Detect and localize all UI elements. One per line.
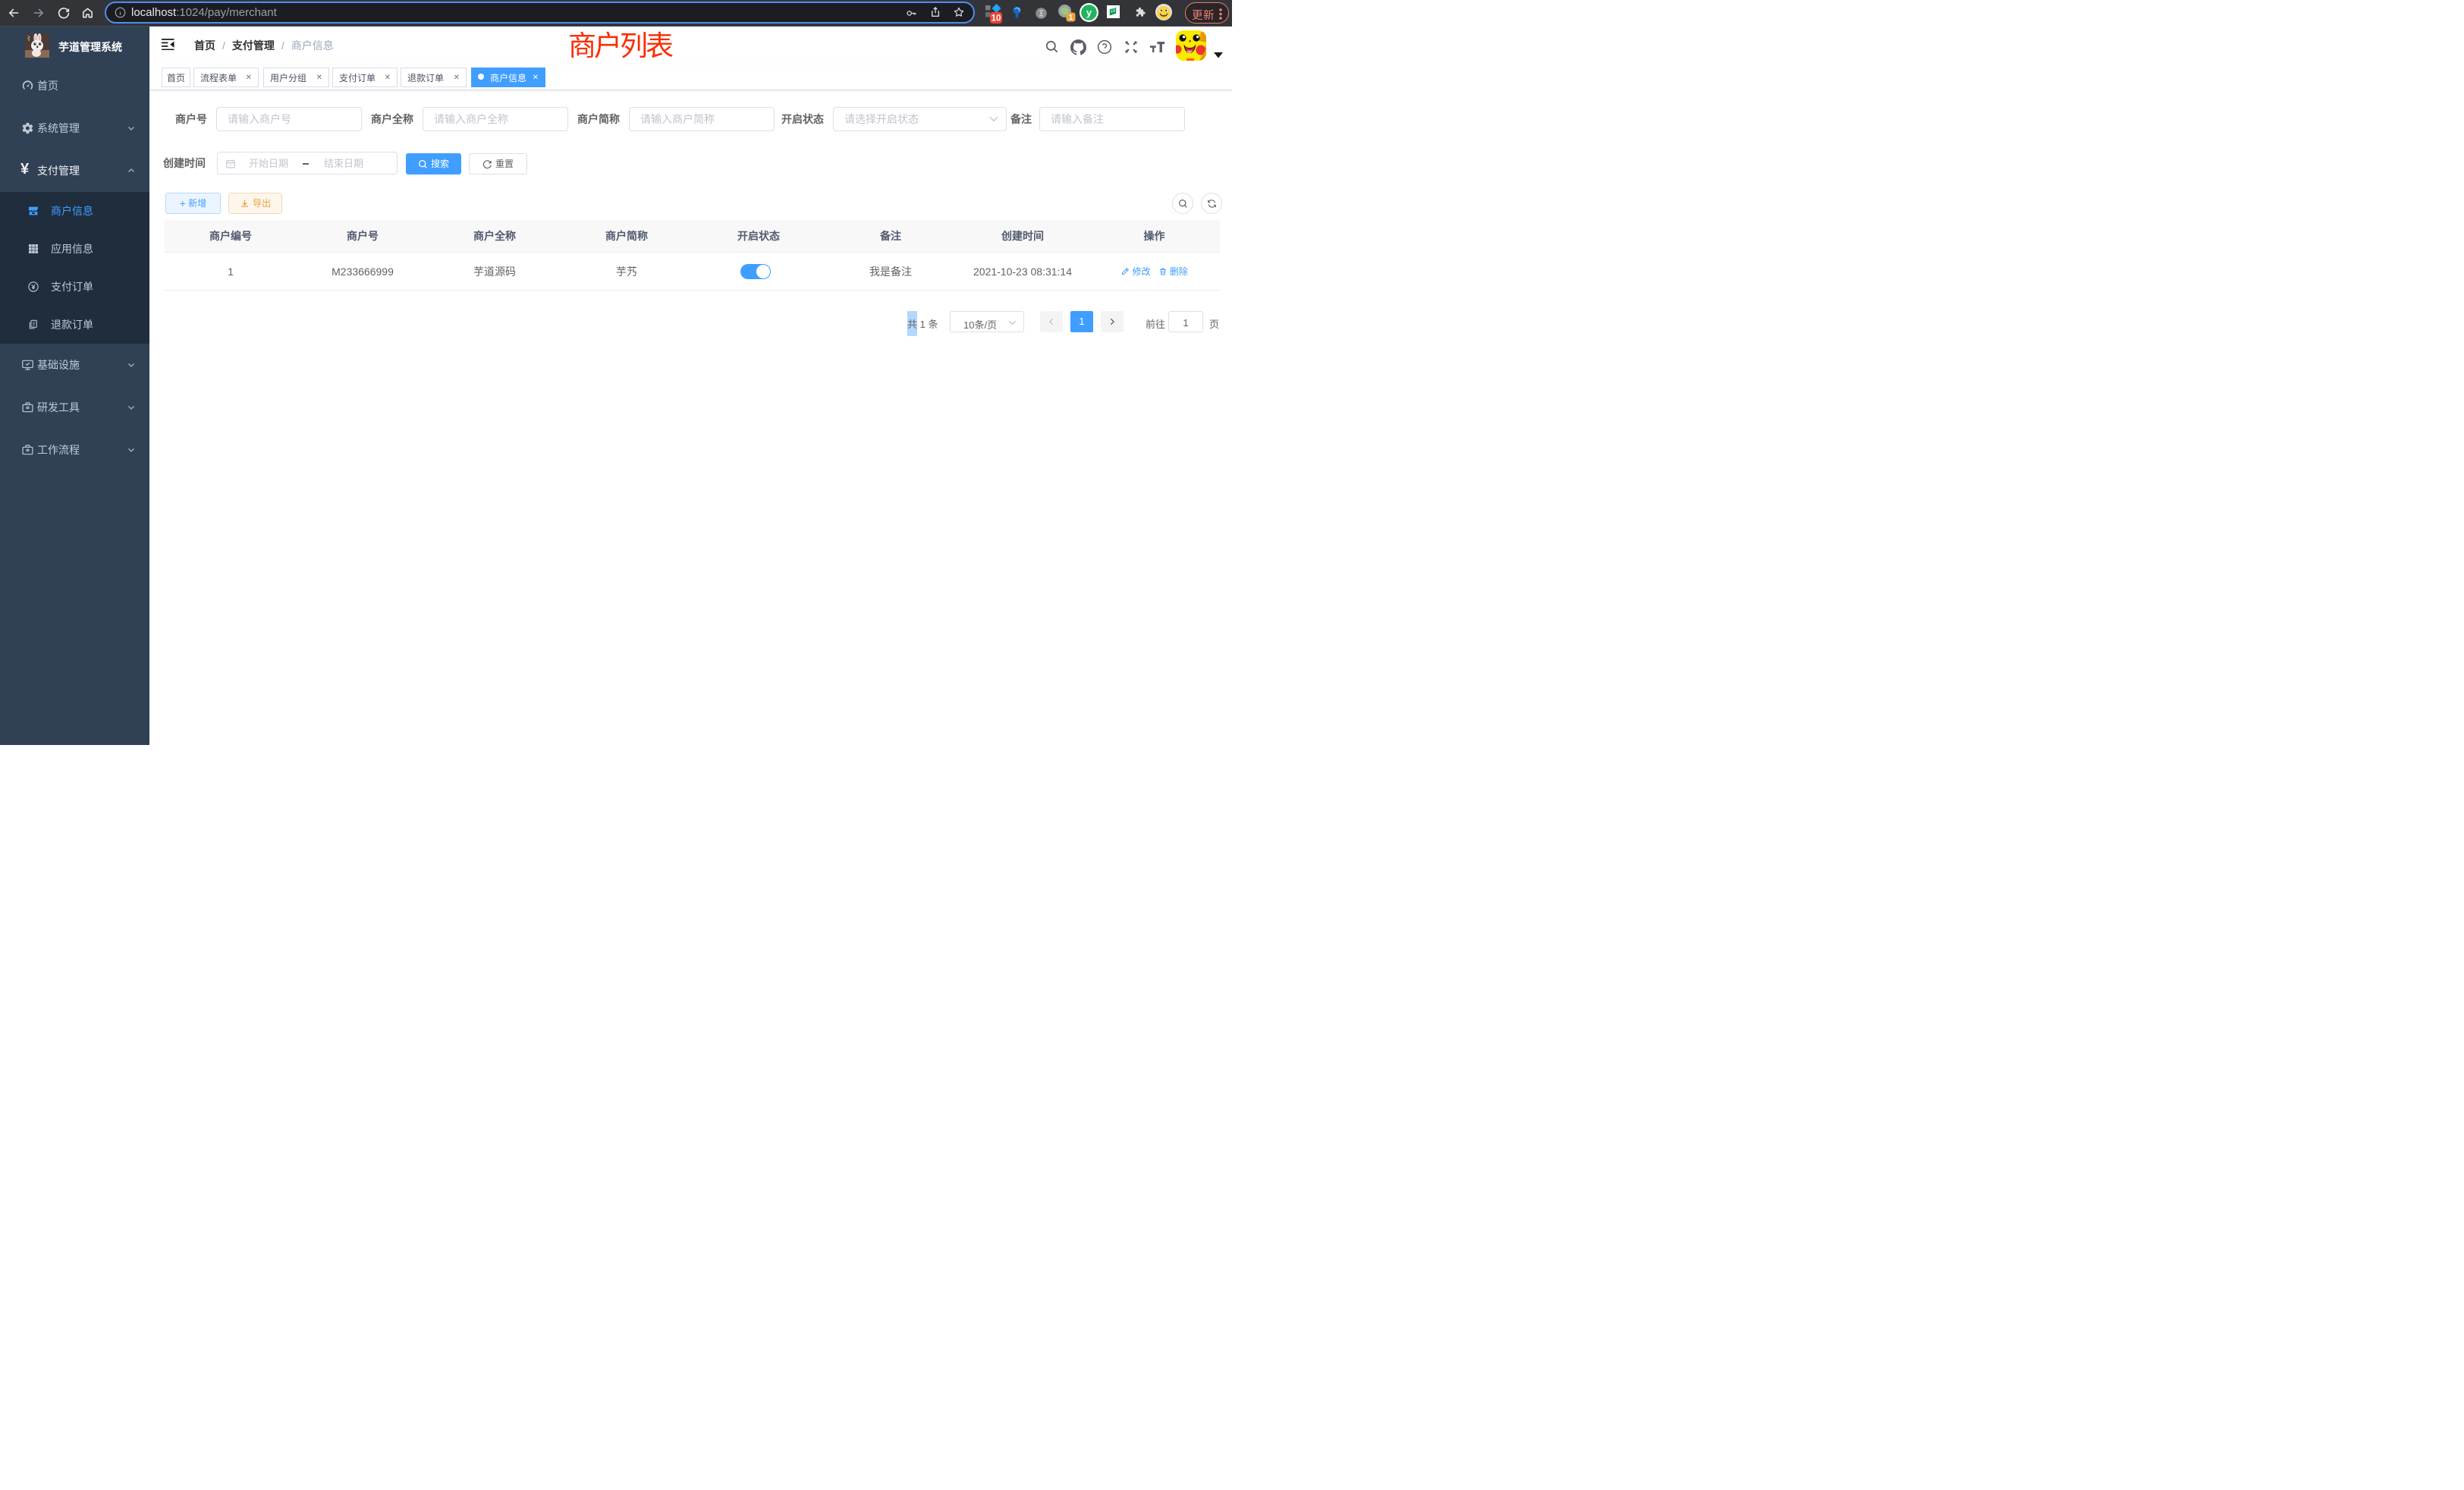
- svg-text:10: 10: [992, 14, 1001, 24]
- svg-text:1: 1: [1069, 14, 1073, 22]
- svg-text:y: y: [1086, 7, 1092, 18]
